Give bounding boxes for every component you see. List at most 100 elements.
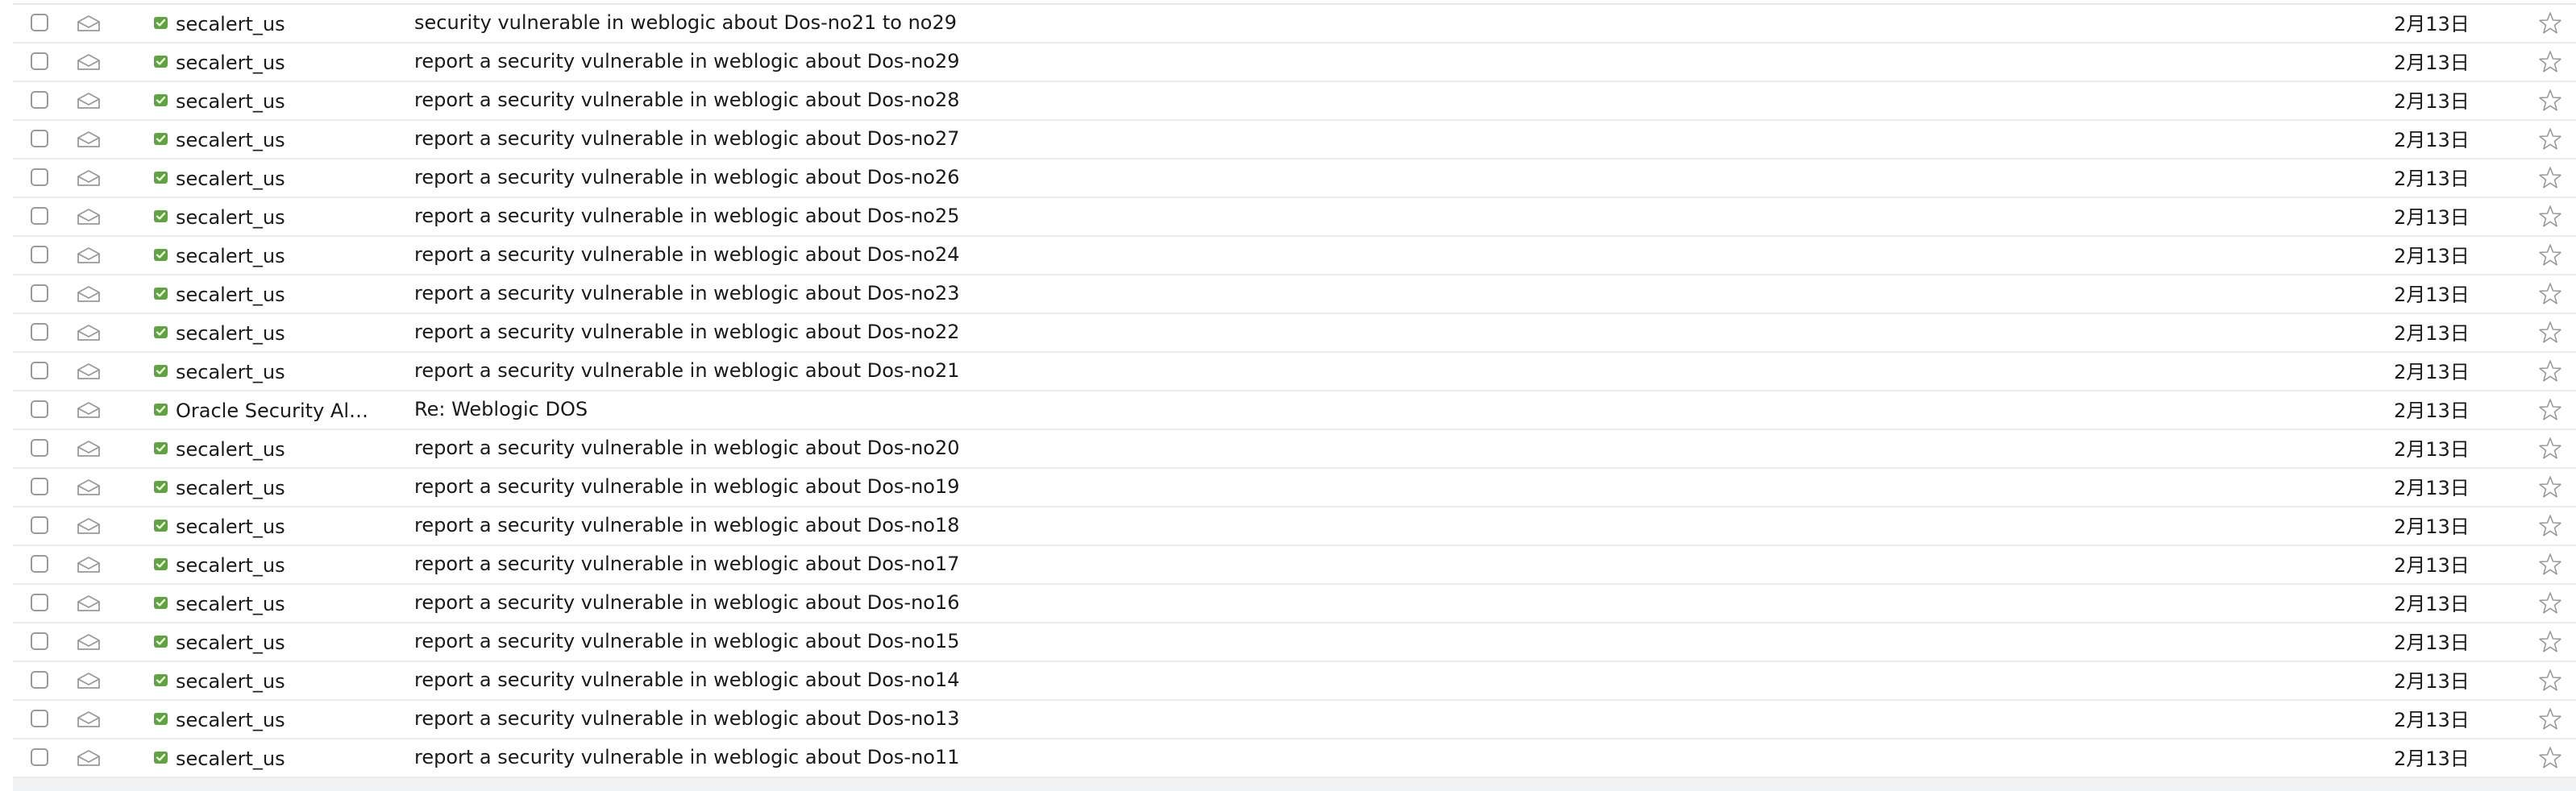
envelope-open-icon[interactable] <box>76 362 102 380</box>
message-date: 2月13日 <box>2394 632 2470 654</box>
select-checkbox[interactable] <box>31 439 48 457</box>
select-checkbox[interactable] <box>31 52 48 70</box>
star-outline-icon[interactable] <box>2537 88 2563 114</box>
sender-name: secalert_us <box>176 168 285 190</box>
select-checkbox[interactable] <box>31 14 48 31</box>
message-row[interactable]: secalert_us report a security vulnerable… <box>13 121 2576 159</box>
star-outline-icon[interactable] <box>2537 242 2563 268</box>
envelope-open-icon[interactable] <box>76 246 102 264</box>
select-checkbox[interactable] <box>31 478 48 495</box>
envelope-open-icon[interactable] <box>76 169 102 187</box>
envelope-open-icon[interactable] <box>76 710 102 728</box>
message-row[interactable]: secalert_us report a security vulnerable… <box>13 623 2576 662</box>
verified-check-icon <box>154 288 168 300</box>
select-checkbox[interactable] <box>31 362 48 379</box>
star-outline-icon[interactable] <box>2537 165 2563 191</box>
message-row[interactable]: Oracle Security Al… Re: Weblogic DOS 2月1… <box>13 391 2576 430</box>
message-row[interactable]: secalert_us report a security vulnerable… <box>13 662 2576 701</box>
select-checkbox[interactable] <box>31 284 48 302</box>
envelope-open-icon[interactable] <box>76 401 102 419</box>
select-checkbox[interactable] <box>31 748 48 766</box>
sender-name: secalert_us <box>176 709 285 731</box>
verified-check-icon <box>154 326 168 338</box>
select-checkbox[interactable] <box>31 594 48 611</box>
star-outline-icon[interactable] <box>2537 10 2563 36</box>
select-checkbox[interactable] <box>31 168 48 186</box>
envelope-open-icon[interactable] <box>76 285 102 303</box>
select-checkbox[interactable] <box>31 91 48 109</box>
message-subject: report a security vulnerable in weblogic… <box>414 669 960 691</box>
sender-name: secalert_us <box>176 322 285 345</box>
message-row[interactable]: secalert_us report a security vulnerable… <box>13 701 2576 739</box>
select-checkbox[interactable] <box>31 710 48 727</box>
envelope-open-icon[interactable] <box>76 633 102 651</box>
star-outline-icon[interactable] <box>2537 474 2563 500</box>
sender-name: secalert_us <box>176 593 285 615</box>
message-subject: report a security vulnerable in weblogic… <box>414 591 960 614</box>
star-outline-icon[interactable] <box>2537 281 2563 307</box>
star-outline-icon[interactable] <box>2537 397 2563 423</box>
star-outline-icon[interactable] <box>2537 706 2563 732</box>
message-row[interactable]: secalert_us report a security vulnerable… <box>13 82 2576 121</box>
verified-check-icon <box>154 597 168 609</box>
message-row[interactable]: secalert_us security vulnerable in weblo… <box>13 5 2576 43</box>
star-outline-icon[interactable] <box>2537 629 2563 655</box>
message-date: 2月13日 <box>2394 13 2470 35</box>
message-row[interactable]: secalert_us report a security vulnerable… <box>13 546 2576 585</box>
message-subject: report a security vulnerable in weblogic… <box>414 707 960 730</box>
message-subject: report a security vulnerable in weblogic… <box>414 205 960 227</box>
message-row[interactable]: secalert_us report a security vulnerable… <box>13 43 2576 82</box>
envelope-open-icon[interactable] <box>76 517 102 535</box>
message-row[interactable]: secalert_us report a security vulnerable… <box>13 314 2576 353</box>
star-outline-icon[interactable] <box>2537 668 2563 694</box>
select-checkbox[interactable] <box>31 400 48 418</box>
envelope-open-icon[interactable] <box>76 672 102 690</box>
sender-name: secalert_us <box>176 438 285 461</box>
message-row[interactable]: secalert_us report a security vulnerable… <box>13 275 2576 314</box>
select-checkbox[interactable] <box>31 516 48 534</box>
envelope-open-icon[interactable] <box>76 594 102 612</box>
star-outline-icon[interactable] <box>2537 358 2563 384</box>
select-checkbox[interactable] <box>31 323 48 341</box>
star-outline-icon[interactable] <box>2537 320 2563 346</box>
select-checkbox[interactable] <box>31 207 48 225</box>
envelope-open-icon[interactable] <box>76 130 102 148</box>
star-outline-icon[interactable] <box>2537 436 2563 462</box>
star-outline-icon[interactable] <box>2537 49 2563 75</box>
message-row[interactable]: secalert_us report a security vulnerable… <box>13 469 2576 507</box>
message-row[interactable]: secalert_us report a security vulnerable… <box>13 585 2576 623</box>
message-row[interactable]: secalert_us report a security vulnerable… <box>13 159 2576 198</box>
envelope-open-icon[interactable] <box>76 14 102 32</box>
envelope-open-icon[interactable] <box>76 208 102 226</box>
message-row[interactable]: secalert_us report a security vulnerable… <box>13 198 2576 237</box>
envelope-open-icon[interactable] <box>76 749 102 767</box>
verified-check-icon <box>154 133 168 145</box>
select-checkbox[interactable] <box>31 671 48 689</box>
star-outline-icon[interactable] <box>2537 513 2563 539</box>
envelope-open-icon[interactable] <box>76 92 102 110</box>
message-date: 2月13日 <box>2394 129 2470 151</box>
message-row[interactable]: secalert_us report a security vulnerable… <box>13 237 2576 275</box>
envelope-open-icon[interactable] <box>76 440 102 458</box>
envelope-open-icon[interactable] <box>76 478 102 496</box>
select-checkbox[interactable] <box>31 130 48 147</box>
message-date: 2月13日 <box>2394 400 2470 422</box>
select-checkbox[interactable] <box>31 632 48 650</box>
sender-name: secalert_us <box>176 477 285 499</box>
star-outline-icon[interactable] <box>2537 204 2563 230</box>
star-outline-icon[interactable] <box>2537 745 2563 771</box>
message-row[interactable]: secalert_us report a security vulnerable… <box>13 507 2576 546</box>
star-outline-icon[interactable] <box>2537 590 2563 616</box>
envelope-open-icon[interactable] <box>76 556 102 574</box>
star-outline-icon[interactable] <box>2537 126 2563 152</box>
message-row[interactable]: secalert_us report a security vulnerable… <box>13 739 2576 778</box>
star-outline-icon[interactable] <box>2537 552 2563 578</box>
message-row[interactable]: secalert_us report a security vulnerable… <box>13 353 2576 391</box>
envelope-open-icon[interactable] <box>76 324 102 342</box>
envelope-open-icon[interactable] <box>76 53 102 71</box>
select-checkbox[interactable] <box>31 246 48 263</box>
message-row[interactable]: secalert_us report a security vulnerable… <box>13 430 2576 469</box>
verified-check-icon <box>154 520 168 532</box>
verified-check-icon <box>154 17 168 29</box>
select-checkbox[interactable] <box>31 555 48 573</box>
